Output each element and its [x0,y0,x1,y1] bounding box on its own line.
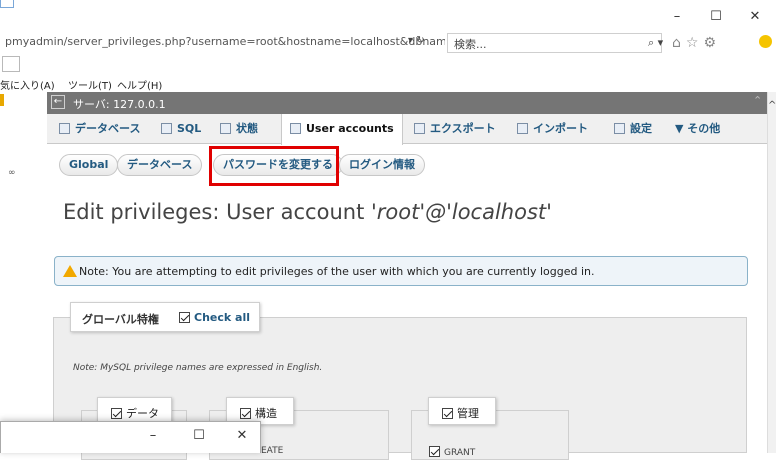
subtab-global[interactable]: Global [59,154,119,176]
group-legend-admin[interactable]: 管理 [428,397,496,425]
tab-user-accounts[interactable]: User accounts [281,114,403,145]
menu-help[interactable]: ヘルプ(H) [117,77,162,92]
warning-icon [63,265,77,277]
tab-settings[interactable]: 設定 [614,114,652,144]
check-all-checkbox[interactable]: Check all [179,311,250,324]
mysql-note: Note: MySQL privilege names are expresse… [73,363,323,373]
tab-label: User accounts [306,122,394,135]
import-icon [517,123,528,134]
window-icon [0,0,14,8]
tab-databases[interactable]: データベース [59,114,140,144]
scroll-up-icon[interactable]: ^ [768,100,776,111]
title-account: 'root'@'localhost' [370,200,552,224]
title-prefix: Edit privileges: User account [63,200,371,224]
group-label: 管理 [457,407,479,420]
address-bar: pmyadmin/server_privileges.php?username=… [0,32,776,54]
search-input[interactable]: 検索... [447,33,662,53]
export-icon [414,123,425,134]
settings-icon [614,123,625,134]
gear-icon[interactable]: ⚙ [703,35,721,51]
page-title: Edit privileges: User account 'root'@'lo… [63,200,552,224]
tab-more[interactable]: ▼ その他 [675,114,720,144]
minimize-button[interactable]: – [662,8,692,26]
new-tab-icon[interactable] [2,56,20,72]
check-all-label: Check all [194,311,250,324]
sql-icon [161,123,172,134]
global-legend-label: グローバル特権 [82,313,159,326]
tab-label: インポート [533,122,588,135]
legend-content: データ [111,405,159,421]
popup-maximize-button[interactable]: ☐ [184,428,214,446]
tab-label: ▼ その他 [675,122,721,135]
server-label[interactable]: サーバ: 127.0.0.1 [73,96,166,112]
pma-navigation-edge: ∞ [0,92,47,453]
tab-label: SQL [177,122,202,135]
highlight-box [209,146,339,186]
privilege-grant[interactable]: GRANT [429,446,475,458]
browser-tab-row [0,56,776,74]
maximize-button[interactable]: ☐ [701,8,731,26]
group-label: データ [126,407,159,420]
tab-export[interactable]: エクスポート [414,114,496,144]
back-arrow-icon[interactable]: ← [51,95,65,109]
search-icon[interactable]: ⌕ ▾ [648,36,663,50]
scrollbar[interactable]: ^ [767,92,776,453]
tab-status[interactable]: 状態 [220,114,258,144]
privilege-create-partial: EATE [261,446,284,456]
subtab-login-info[interactable]: ログイン情報 [339,154,425,176]
menu-bar: 気に入り(A) ツール(T) ヘルプ(H) [0,75,776,92]
global-legend: グローバル特権 Check all [70,302,260,332]
sub-tabs: Global データベース パスワードを変更する ログイン情報 [47,144,767,184]
privilege-label: GRANT [444,448,476,458]
tab-label: データベース [75,122,141,135]
popup-minimize-button[interactable]: – [138,428,168,446]
tab-label: 状態 [236,122,258,135]
tab-label: 設定 [630,122,652,135]
tab-label: エクスポート [430,122,496,135]
notice-box: Note: You are attempting to edit privile… [54,256,748,286]
checkbox-icon[interactable] [442,408,453,419]
server-breadcrumb-bar: ← サーバ: 127.0.0.1 ⌃ [47,92,767,114]
checkbox-icon[interactable] [240,408,251,419]
close-button[interactable]: ✕ [740,8,770,26]
tab-import[interactable]: インポート [517,114,588,144]
notice-text: Note: You are attempting to edit privile… [79,265,595,278]
subtab-database[interactable]: データベース [117,154,203,176]
window-titlebar: – ☐ ✕ [0,0,776,32]
star-icon[interactable]: ☆ [686,35,704,51]
feedback-smiley-icon[interactable] [759,35,772,48]
popup-window: – ☐ ✕ [0,421,261,453]
menu-favorites[interactable]: 気に入り(A) [0,77,55,92]
database-icon [59,123,70,134]
group-label: 構造 [255,407,277,420]
checkbox-icon[interactable] [179,312,190,323]
checkbox-icon[interactable] [111,408,122,419]
legend-content: 管理 [442,405,479,421]
url-field[interactable]: pmyadmin/server_privileges.php?username=… [5,35,445,51]
link-icon[interactable]: ∞ [8,168,16,178]
main-tabs: データベース SQL 状態 User accounts エクスポート インポート… [47,114,767,145]
checkbox-icon[interactable] [429,446,440,457]
collapse-icon[interactable]: ⌃ [753,94,762,107]
menu-tools[interactable]: ツール(T) [68,77,112,92]
tab-sql[interactable]: SQL [161,114,201,144]
logo-fragment [0,94,4,106]
toolbar-icons: ⌂☆⚙ [672,35,721,51]
home-icon[interactable]: ⌂ [672,35,686,51]
popup-close-button[interactable]: ✕ [227,428,257,446]
users-icon [290,123,301,134]
url-dropdown-icon[interactable]: ▾ ↻ [408,35,425,46]
legend-content: 構造 [240,405,277,421]
status-icon [220,123,231,134]
